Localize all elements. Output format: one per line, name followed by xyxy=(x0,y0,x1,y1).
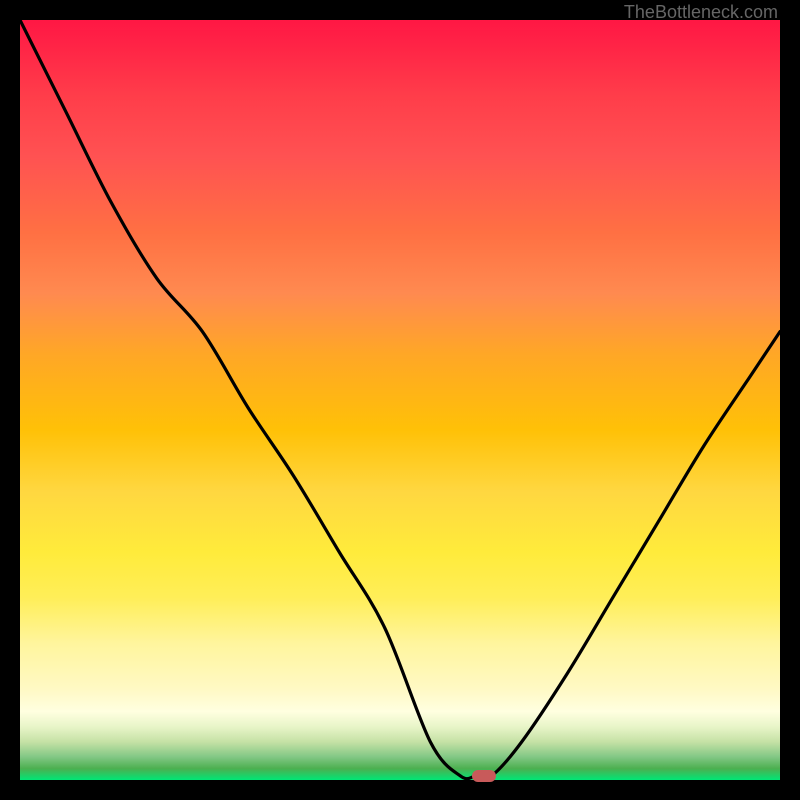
bottleneck-chart: TheBottleneck.com xyxy=(0,0,800,800)
plot-area xyxy=(20,20,780,780)
bottleneck-curve xyxy=(20,20,780,779)
watermark-text: TheBottleneck.com xyxy=(624,2,778,23)
optimal-point-marker xyxy=(472,770,496,782)
curve-svg xyxy=(20,20,780,780)
